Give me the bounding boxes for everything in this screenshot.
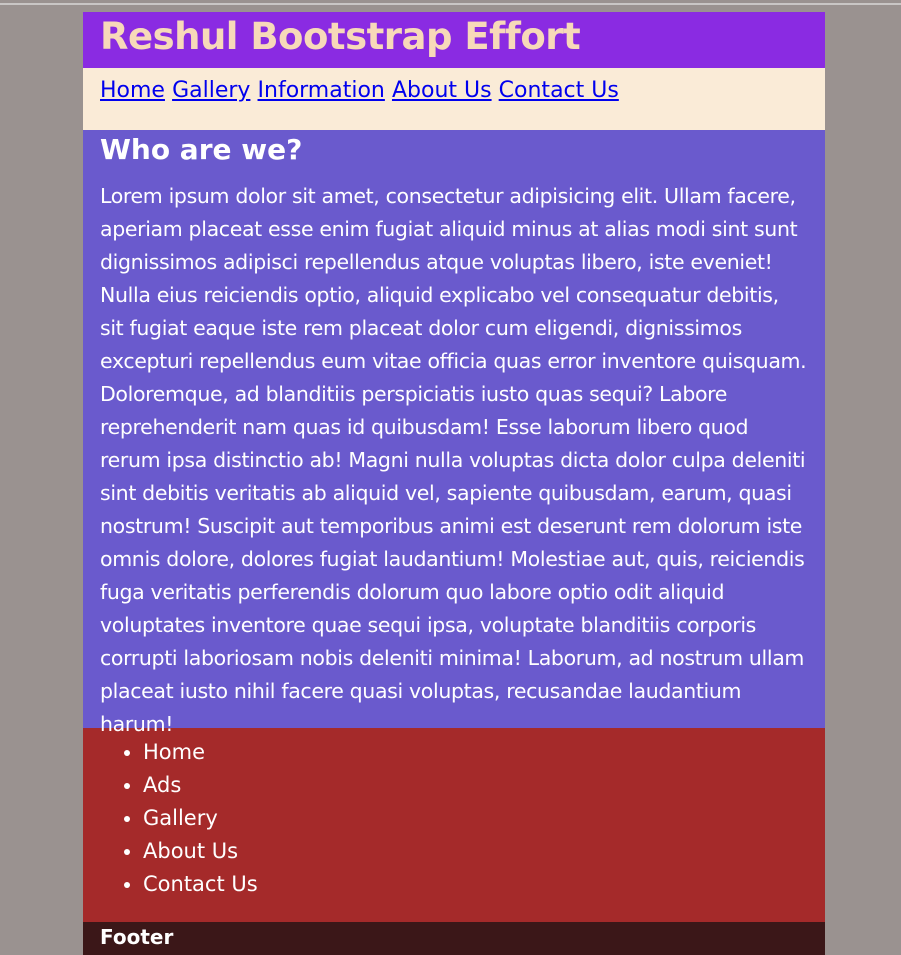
nav-link-home[interactable]: Home xyxy=(100,78,165,103)
main-content: Who are we? Lorem ipsum dolor sit amet, … xyxy=(83,130,825,736)
section-paragraph: Lorem ipsum dolor sit amet, consectetur … xyxy=(100,184,807,736)
nav-link-about-us[interactable]: About Us xyxy=(392,78,492,103)
section-heading: Who are we? xyxy=(100,133,303,166)
list-item-home: Home xyxy=(143,736,825,769)
nav-link-gallery[interactable]: Gallery xyxy=(172,78,250,103)
browser-top-edge xyxy=(0,3,901,5)
side-list-section: Home Ads Gallery About Us Contact Us xyxy=(83,728,825,922)
page-container: Reshul Bootstrap Effort Home Gallery Inf… xyxy=(83,12,825,955)
list-item-contact-us: Contact Us xyxy=(143,868,825,901)
nav-link-information[interactable]: Information xyxy=(258,78,385,103)
list-item-gallery: Gallery xyxy=(143,802,825,835)
side-list: Home Ads Gallery About Us Contact Us xyxy=(83,736,825,901)
top-navigation: Home Gallery Information About Us Contac… xyxy=(83,68,825,130)
site-footer: Footer xyxy=(83,922,825,955)
footer-text: Footer xyxy=(100,925,174,949)
site-header: Reshul Bootstrap Effort xyxy=(83,12,825,68)
nav-link-contact-us[interactable]: Contact Us xyxy=(499,78,619,103)
list-item-about-us: About Us xyxy=(143,835,825,868)
list-item-ads: Ads xyxy=(143,769,825,802)
site-title: Reshul Bootstrap Effort xyxy=(100,15,581,58)
